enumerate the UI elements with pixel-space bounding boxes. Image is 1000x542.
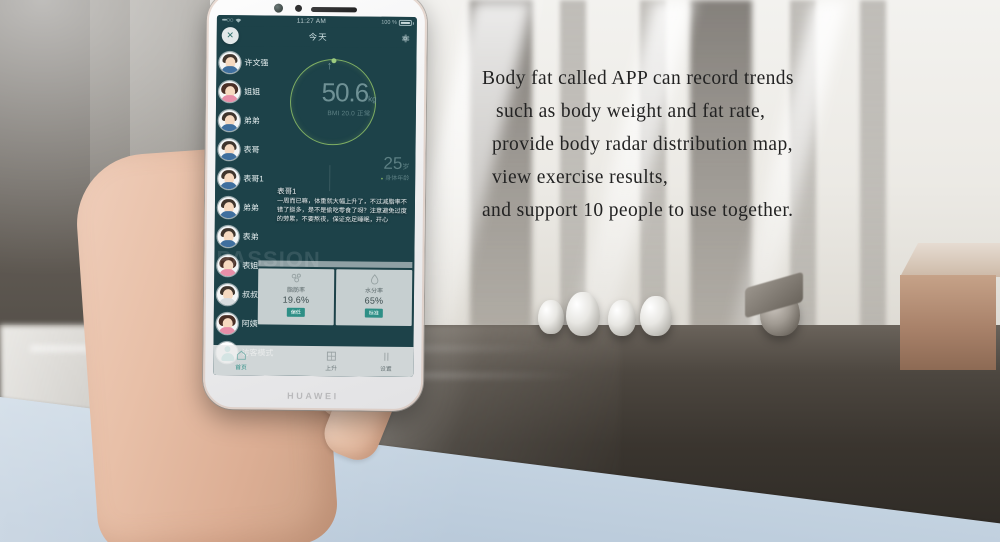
trend-up-arrow-icon: ↑ xyxy=(326,60,333,73)
brand-logo: HUAWEI xyxy=(287,390,339,402)
status-badge: 标准 xyxy=(364,308,383,318)
tab-label: 首页 xyxy=(235,365,247,372)
signal-dots-icon: •••○○ xyxy=(221,17,233,25)
battery-icon xyxy=(398,19,412,26)
status-badge: 偏低 xyxy=(286,307,305,317)
user-name: 姐姐 xyxy=(244,87,261,97)
body-age-block: 25岁 身体年龄 xyxy=(381,154,410,182)
list-item[interactable]: 表哥 xyxy=(215,135,281,165)
list-item[interactable]: 弟弟 xyxy=(216,106,282,136)
kettlebell xyxy=(566,292,600,336)
user-list: 许文强 姐姐 弟弟 表哥 表哥1 弟弟 表弟 表姐 叔叔 阿姨 xyxy=(213,46,282,376)
marketing-line: provide body radar distribution map, xyxy=(492,134,793,155)
kettlebell xyxy=(640,296,672,336)
battery-percent-label: 100 % xyxy=(381,19,397,26)
avatar xyxy=(218,109,240,132)
proximity-sensor-icon xyxy=(294,4,303,12)
metric-card-fat[interactable]: 脂肪率 19.6% 偏低 xyxy=(257,268,335,326)
user-name: 弟弟 xyxy=(243,116,260,126)
gear-icon[interactable] xyxy=(400,32,411,43)
metric-value: 65% xyxy=(364,295,384,306)
tab-home[interactable]: 首页 xyxy=(213,345,304,376)
phone-screen: •••○○ 11:27 AM 100 % 今天 许文强 姐姐 弟弟 表哥 表哥1… xyxy=(213,14,417,378)
overlay-message-sender: 表哥1 xyxy=(277,186,297,196)
kettlebell xyxy=(538,300,564,334)
fat-icon xyxy=(291,273,301,283)
kettlebell xyxy=(608,300,636,336)
metric-name: 脂肪率 xyxy=(287,287,306,294)
watermark: PASSION xyxy=(216,245,321,273)
status-bar-right: 100 % xyxy=(381,19,412,26)
metric-cards: 脂肪率 19.6% 偏低 水分率 65% 标准 xyxy=(257,268,413,327)
list-item[interactable]: 姐姐 xyxy=(216,77,282,107)
user-name: 表哥1 xyxy=(243,174,264,184)
page-title: 今天 xyxy=(308,31,328,43)
avatar xyxy=(217,225,239,248)
home-icon xyxy=(236,350,246,360)
tab-label: 上升 xyxy=(325,366,337,373)
status-bar-left: •••○○ xyxy=(222,17,242,24)
user-name: 叔叔 xyxy=(241,290,259,300)
marketing-line: and support 10 people to use together. xyxy=(482,200,794,221)
list-item[interactable]: 表哥1 xyxy=(215,164,281,194)
avatar xyxy=(219,80,241,103)
user-name: 弟弟 xyxy=(242,203,259,213)
list-item[interactable]: 许文强 xyxy=(216,48,282,78)
tab-settings[interactable]: 设置 xyxy=(358,346,413,377)
water-icon xyxy=(370,274,378,285)
marketing-line: Body fat called APP can record trends xyxy=(482,68,794,89)
avatar xyxy=(218,138,240,161)
avatar xyxy=(217,196,240,219)
settings-icon xyxy=(383,352,388,361)
overlay-message-text: 一周而已嘛，体重就大幅上升了，不过减脂率不错了挺多，是不是偷吃零食了呀？注意避免… xyxy=(276,197,407,224)
overlay-message: 表哥1 一周而已嘛，体重就大幅上升了，不过减脂率不错了挺多，是不是偷吃零食了呀？… xyxy=(277,187,412,225)
avatar xyxy=(216,312,238,335)
front-camera-icon xyxy=(273,3,284,13)
status-bar-time: 11:27 AM xyxy=(296,17,327,26)
tab-label: 设置 xyxy=(380,366,392,373)
user-name: 阿姨 xyxy=(241,319,258,329)
earpiece-speaker xyxy=(310,6,358,13)
metric-card-water[interactable]: 水分率 65% 标准 xyxy=(335,269,413,327)
bottom-tab-bar: 首页 上升 设置 xyxy=(213,344,414,378)
close-button[interactable]: ✕ xyxy=(221,27,239,45)
marketing-line: such as body weight and fat rate, xyxy=(496,101,766,122)
metric-value: 19.6% xyxy=(282,294,310,305)
body-age-value: 25岁 xyxy=(383,153,410,173)
marketing-copy: Body fat called APP can record trends su… xyxy=(482,62,952,227)
wifi-icon xyxy=(235,18,242,23)
tab-trend[interactable]: 上升 xyxy=(304,346,359,377)
bmi-text: BMI 20.0 正常 xyxy=(327,110,371,118)
user-name: 表弟 xyxy=(242,232,259,242)
phone-device: •••○○ 11:27 AM 100 % 今天 许文强 姐姐 弟弟 表哥 表哥1… xyxy=(202,0,428,412)
avatar xyxy=(216,283,239,306)
wooden-box xyxy=(900,275,996,370)
trend-icon xyxy=(326,351,336,361)
user-name: 许文强 xyxy=(244,58,269,68)
avatar xyxy=(218,167,240,190)
wooden-box-top xyxy=(900,243,1000,277)
weight-unit: kg xyxy=(368,94,377,104)
weight-value: 50.6kg xyxy=(321,77,377,108)
metric-name: 水分率 xyxy=(365,288,384,295)
list-item[interactable]: 弟弟 xyxy=(215,193,281,223)
app-body: 许文强 姐姐 弟弟 表哥 表哥1 弟弟 表弟 表姐 叔叔 阿姨 ↑ 50.6kg… xyxy=(213,45,417,378)
body-age-label: 身体年龄 xyxy=(381,173,410,182)
app-header: 今天 xyxy=(216,25,417,49)
marketing-line: view exercise results, xyxy=(492,167,669,188)
user-name: 表哥 xyxy=(243,145,260,155)
avatar xyxy=(219,51,241,74)
